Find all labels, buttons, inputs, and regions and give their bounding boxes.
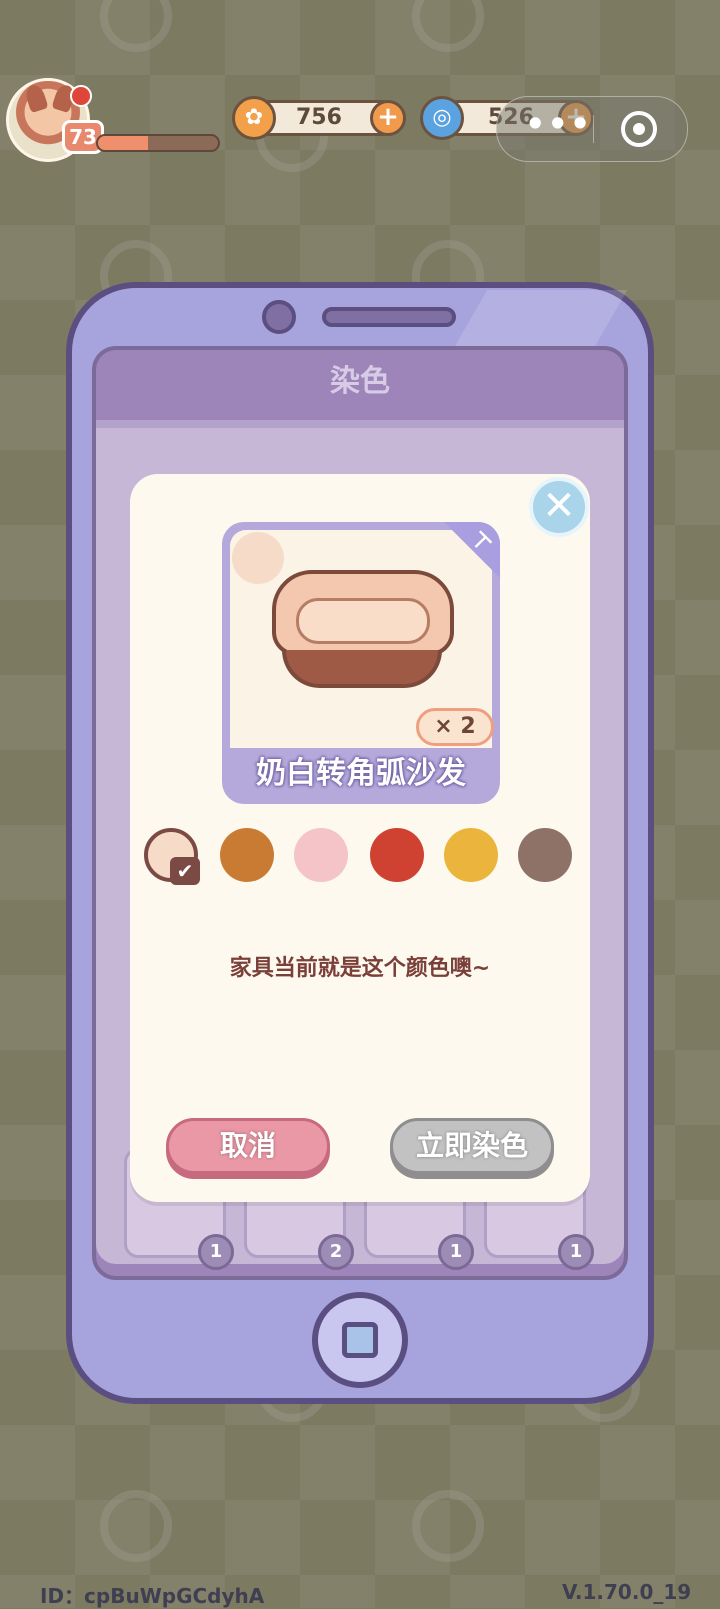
item-quantity-badge: × 2 (416, 708, 494, 746)
sun-decoration (412, 1490, 484, 1562)
slot-count: 1 (198, 1234, 234, 1270)
item-name: 奶白转角弧沙发 (256, 756, 466, 791)
close-miniprogram-icon[interactable] (621, 111, 657, 147)
xp-progress-bar (96, 134, 220, 152)
slot-count: 1 (558, 1234, 594, 1270)
color-swatch[interactable] (220, 828, 274, 882)
phone-speaker (322, 307, 456, 327)
version-label: V.1.70.0_19 (562, 1580, 692, 1604)
color-swatch[interactable] (294, 828, 348, 882)
phone-home-button[interactable] (312, 1292, 408, 1388)
sofa-base (282, 650, 442, 688)
sun-decoration (100, 1490, 172, 1562)
current-color-preview (232, 532, 284, 584)
miniprogram-capsule: ••• (496, 96, 688, 162)
dye-hint-text: 家具当前就是这个颜色噢~ (229, 956, 491, 981)
dye-now-button[interactable]: 立即染色 (390, 1118, 554, 1174)
add-coins-button[interactable]: + (370, 100, 406, 136)
avatar-ear (23, 82, 49, 114)
coin-amount: 756 (296, 105, 342, 130)
slot-count: 1 (438, 1234, 474, 1270)
panel-header-divider (96, 420, 624, 428)
coin-icon: ✿ (232, 96, 276, 140)
color-swatch[interactable] (370, 828, 424, 882)
player-id: ID：cpBuWpGCdyhA (40, 1584, 265, 1608)
panel-title: 染色 (330, 364, 390, 399)
phone-camera-icon (262, 300, 296, 334)
selected-check-icon: ✔ (170, 857, 200, 885)
cancel-button[interactable]: 取消 (166, 1118, 330, 1174)
color-swatch[interactable] (444, 828, 498, 882)
swirl-gem-icon: ◎ (420, 96, 464, 140)
capsule-divider (593, 115, 594, 143)
more-menu-button[interactable]: ••• (525, 105, 592, 143)
xp-progress-fill (98, 136, 149, 150)
slot-count: 2 (318, 1234, 354, 1270)
color-swatch[interactable] (518, 828, 572, 882)
close-icon[interactable]: ✕ (529, 477, 589, 537)
sofa-seat (296, 598, 430, 644)
notification-dot (70, 85, 92, 107)
